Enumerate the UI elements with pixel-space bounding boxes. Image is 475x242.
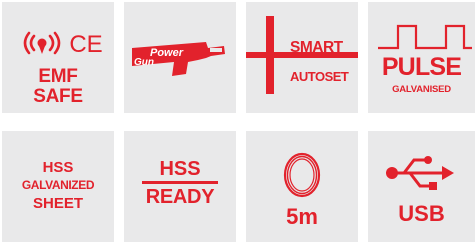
emf-safe-tile: CE EMF SAFE (2, 2, 114, 113)
pulse-wave-icon (378, 24, 472, 50)
safe-label: SAFE (33, 86, 83, 107)
feature-icon-grid: CE EMF SAFE Power Gun SMART AUTOSET PULS… (0, 0, 475, 242)
galvanized-label: GALVANIZED (21, 178, 95, 192)
cable-length-label: 5m (286, 204, 318, 229)
usb-label: USB (398, 201, 445, 226)
cable-length-tile: 5m (246, 131, 358, 242)
hss-label: HSS (159, 158, 201, 180)
usb-tile: USB (368, 131, 475, 242)
autoset-label: AUTOSET (290, 69, 349, 84)
pulse-label: PULSE (381, 53, 462, 81)
cable-coil-icon (283, 152, 321, 198)
svg-text:Gun: Gun (134, 57, 154, 68)
sheet-label: SHEET (32, 195, 83, 212)
smart-label: SMART (290, 39, 343, 56)
hss-ready-tile: HSS READY (124, 131, 236, 242)
svg-text:Power: Power (150, 47, 184, 59)
svg-text:CE: CE (69, 31, 102, 58)
hss-galvanized-sheet-tile: HSS GALVANIZED SHEET (2, 131, 114, 242)
usb-icon (386, 156, 454, 190)
ready-label: READY (145, 186, 215, 208)
pulse-galvanised-tile: PULSE GALVANISED (368, 2, 475, 113)
divider (142, 181, 218, 184)
power-gun-icon: Power Gun (132, 42, 225, 76)
power-gun-tile: Power Gun (124, 2, 236, 113)
hss-label: HSS (42, 159, 74, 176)
ce-mark-icon: CE (69, 31, 102, 58)
emf-label: EMF (38, 66, 78, 87)
galvanised-label: GALVANISED (392, 84, 451, 95)
radio-waves-icon (23, 31, 61, 55)
smart-autoset-tile: SMART AUTOSET (246, 2, 358, 113)
